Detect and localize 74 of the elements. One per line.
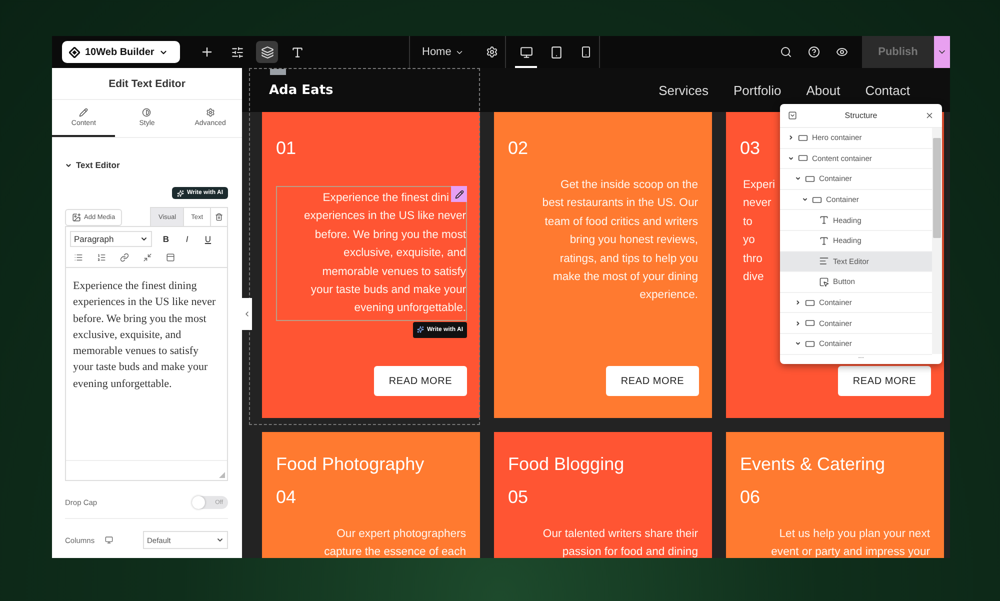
container-icon [812,194,822,205]
media-icon [72,213,81,222]
format-button[interactable]: U [201,231,215,247]
settings-icon [206,108,215,117]
read-more-button[interactable]: READ MORE [606,366,699,396]
chevron-left-icon [243,310,251,318]
caret-icon [216,536,224,544]
format-button[interactable]: I [180,231,194,247]
caret-icon[interactable] [788,154,794,162]
card-text: Our talented writers share their passion for food and dining [542,527,699,558]
card-number: 03 [740,138,760,159]
close-icon[interactable] [925,111,934,120]
container-icon [805,338,815,349]
card-text: Our expert photographers capture the essence of each [323,527,467,558]
caret-icon[interactable] [802,196,808,204]
card-heading: Events & Catering [740,454,886,475]
scrollbar[interactable] [932,128,942,354]
nav-link[interactable]: Services [658,82,708,98]
page-select[interactable]: Home [422,46,464,58]
pencil-icon[interactable] [451,186,467,202]
card-number: 01 [276,138,296,159]
nav-link[interactable]: Portfolio [734,82,782,98]
sparkles-icon [417,326,424,334]
container-icon [798,153,808,164]
format-button[interactable]: B [159,231,173,247]
card-number: 04 [276,487,296,508]
container-icon [805,318,815,328]
card-number: 02 [508,138,528,159]
card-text: Experi never to yo thro dive [742,178,776,286]
nav-link[interactable]: Contact [865,82,910,98]
caret-icon[interactable] [795,340,801,348]
card-heading: Food Photography [276,454,426,475]
caret-icon[interactable] [65,162,72,168]
format-select[interactable]: Paragraph [70,231,152,247]
link-icon[interactable] [118,251,130,263]
container-icon [805,298,815,308]
caret-icon [140,235,148,243]
heading-icon [819,236,829,246]
read-more-button[interactable]: READ MORE [838,366,931,396]
read-more-button[interactable]: READ MORE [374,366,467,396]
editor-text[interactable]: Experience the finest dining experiences in the US like never before. We bring you the most exclusive, exquisite, and memorable venues to satisfy your taste buds and make your evening unforgettable. [66,268,227,460]
card-text: Get the inside scoop on the best restaurants in the US. Our team of food critics and writers bring you honest reviews, ratings, and tips to help you make the most of your dining experience. [541,178,699,304]
settings-icon[interactable] [486,46,498,58]
numbered-list-icon[interactable] [95,251,107,263]
caret-icon[interactable] [795,320,801,327]
sparkles-icon [177,190,184,196]
eye-icon[interactable] [836,46,848,58]
contrast-icon [142,108,152,117]
logo-icon [69,46,80,58]
help-icon[interactable] [808,46,820,58]
caret-icon[interactable] [795,175,801,182]
card-text: Let us help you plan your next event or party and impress your [770,527,931,558]
card-number: 06 [740,487,760,508]
pencil-icon [79,108,88,117]
toolbar-toggle-icon[interactable] [164,251,176,263]
card-number: 05 [508,487,528,508]
container-icon [798,132,808,143]
monitor-icon[interactable] [104,536,113,544]
card-heading: Food Blogging [508,454,626,475]
fullscreen-icon[interactable] [141,251,153,263]
caret-icon[interactable] [788,134,794,142]
builder-menu-button[interactable]: 10Web Builder [62,41,180,63]
nav-link[interactable]: About [806,82,840,98]
structure-title: Structure [844,111,878,120]
section-title: Text Editor [76,160,120,170]
site-logo[interactable]: Ada Eats [269,82,334,98]
text-icon [819,256,829,266]
button-icon [819,276,829,287]
search-icon[interactable] [780,46,792,58]
dropdown-icon[interactable] [788,111,797,120]
heading-icon [819,215,829,226]
caret-icon[interactable] [795,299,801,306]
container-icon [805,174,815,184]
layers-icon[interactable] [256,41,278,63]
